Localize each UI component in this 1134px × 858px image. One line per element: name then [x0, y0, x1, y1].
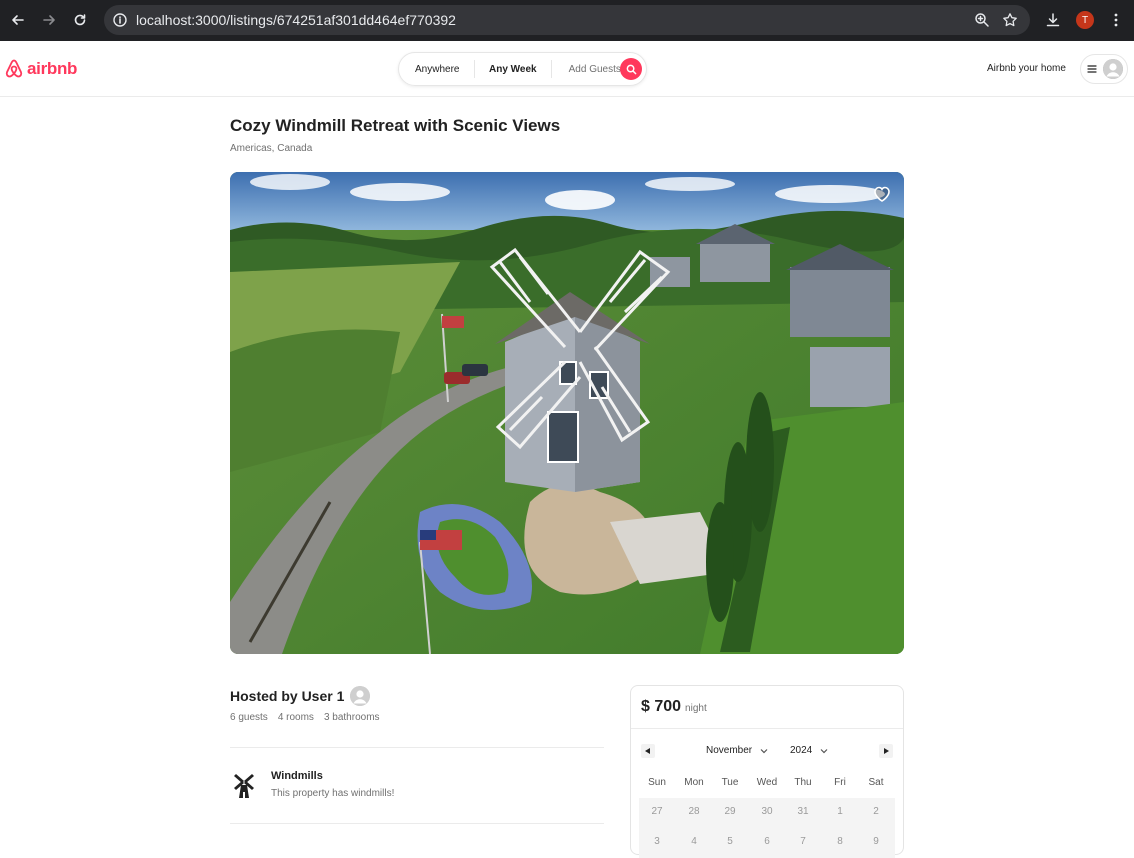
- airbnb-your-home-link[interactable]: Airbnb your home: [987, 63, 1066, 74]
- chevron-down-icon: [820, 748, 828, 753]
- caret-left-icon: [645, 748, 650, 754]
- any-week-filter[interactable]: Any Week: [474, 60, 552, 78]
- calendar-day[interactable]: 1: [822, 806, 858, 817]
- listing-photo: [230, 172, 904, 654]
- back-icon[interactable]: [6, 8, 30, 32]
- room-count: 4 rooms: [277, 712, 314, 723]
- calendar-day[interactable]: 2: [858, 806, 894, 817]
- airbnb-logo[interactable]: airbnb: [4, 58, 77, 80]
- weekday-label: Fri: [834, 777, 846, 788]
- anywhere-filter[interactable]: Anywhere: [399, 53, 474, 85]
- favorite-heart-button[interactable]: [872, 184, 892, 204]
- listing-title: Cozy Windmill Retreat with Scenic Views: [230, 116, 561, 135]
- amenity-description: This property has windmills!: [271, 788, 395, 799]
- calendar-day[interactable]: 30: [749, 806, 785, 817]
- address-bar[interactable]: localhost:3000/listings/674251af301dd464…: [104, 5, 1030, 35]
- hamburger-menu-icon: [1087, 65, 1097, 73]
- calendar-day[interactable]: 27: [639, 806, 675, 817]
- host-info: Hosted by User 1: [230, 686, 371, 706]
- zoom-icon[interactable]: [974, 12, 990, 33]
- search-bar[interactable]: Anywhere Any Week Add Guests: [398, 52, 647, 86]
- calendar-day[interactable]: 8: [822, 836, 858, 847]
- windmill-property-image: [230, 172, 904, 654]
- forward-icon[interactable]: [37, 8, 61, 32]
- next-month-button[interactable]: [879, 744, 893, 758]
- bookmark-star-icon[interactable]: [1002, 12, 1018, 33]
- search-button[interactable]: [620, 58, 642, 80]
- weekday-label: Thu: [794, 777, 812, 788]
- nightly-price: $ 700: [641, 698, 682, 715]
- logo-text: airbnb: [27, 59, 78, 78]
- section-divider: [230, 823, 604, 824]
- reload-icon[interactable]: [68, 8, 92, 32]
- site-info-icon[interactable]: [112, 12, 128, 33]
- site-header: airbnb Anywhere Any Week Add Guests Airb…: [0, 41, 1134, 97]
- listing-stats: 6 guests 4 rooms 3 bathrooms: [230, 712, 380, 723]
- booking-divider: [631, 728, 903, 729]
- calendar-day[interactable]: 3: [639, 836, 675, 847]
- guest-count: 6 guests: [230, 712, 268, 723]
- caret-right-icon: [884, 748, 889, 754]
- calendar-day[interactable]: 31: [785, 806, 821, 817]
- calendar-day[interactable]: 28: [676, 806, 712, 817]
- calendar-grid: 27 28 29 30 31 1 2 3 4 5 6 7 8 9: [639, 798, 895, 858]
- chevron-down-icon: [760, 748, 768, 753]
- weekday-label: Sat: [868, 777, 884, 788]
- search-icon: [626, 64, 636, 74]
- booking-card: $ 700 night November 2024 Sun Mon Tue We…: [630, 685, 904, 858]
- download-icon[interactable]: [1041, 8, 1065, 32]
- browser-toolbar: localhost:3000/listings/674251af301dd464…: [0, 0, 1134, 41]
- amenity-item: Windmills This property has windmills!: [230, 770, 394, 799]
- user-avatar: [1103, 59, 1123, 79]
- previous-month-button[interactable]: [641, 744, 655, 758]
- profile-avatar[interactable]: T: [1073, 8, 1097, 32]
- calendar-day[interactable]: 5: [712, 836, 748, 847]
- heart-icon: [874, 186, 890, 202]
- host-avatar: [350, 686, 371, 706]
- amenity-title: Windmills: [271, 770, 323, 782]
- section-divider: [230, 747, 604, 748]
- month-value: November: [706, 745, 753, 756]
- url-text: localhost:3000/listings/674251af301dd464…: [136, 12, 456, 28]
- price-unit: night: [685, 703, 707, 714]
- weekday-label: Mon: [684, 777, 704, 788]
- hosted-by-text: Hosted by User 1: [230, 688, 345, 704]
- weekday-label: Sun: [648, 777, 666, 788]
- calendar-header: November 2024: [639, 744, 895, 760]
- weekday-label: Tue: [721, 777, 739, 788]
- windmill-icon: [234, 774, 254, 798]
- weekday-label: Wed: [756, 777, 778, 788]
- calendar-day[interactable]: 4: [676, 836, 712, 847]
- airbnb-logo-icon: [5, 59, 23, 78]
- year-value: 2024: [790, 745, 813, 756]
- calendar-day[interactable]: 29: [712, 806, 748, 817]
- calendar-day[interactable]: 6: [749, 836, 785, 847]
- add-guests-filter[interactable]: Add Guests: [552, 53, 621, 85]
- calendar-day[interactable]: 9: [858, 836, 894, 847]
- profile-initial: T: [1076, 11, 1094, 29]
- price-row: $ 700 night: [641, 698, 707, 716]
- month-select[interactable]: November: [706, 745, 768, 756]
- user-menu-button[interactable]: [1080, 54, 1128, 84]
- bathroom-count: 3 bathrooms: [323, 712, 380, 723]
- listing-location: Americas, Canada: [230, 143, 313, 154]
- year-select[interactable]: 2024: [790, 745, 828, 756]
- more-vert-icon[interactable]: [1104, 8, 1128, 32]
- calendar-day[interactable]: 7: [785, 836, 821, 847]
